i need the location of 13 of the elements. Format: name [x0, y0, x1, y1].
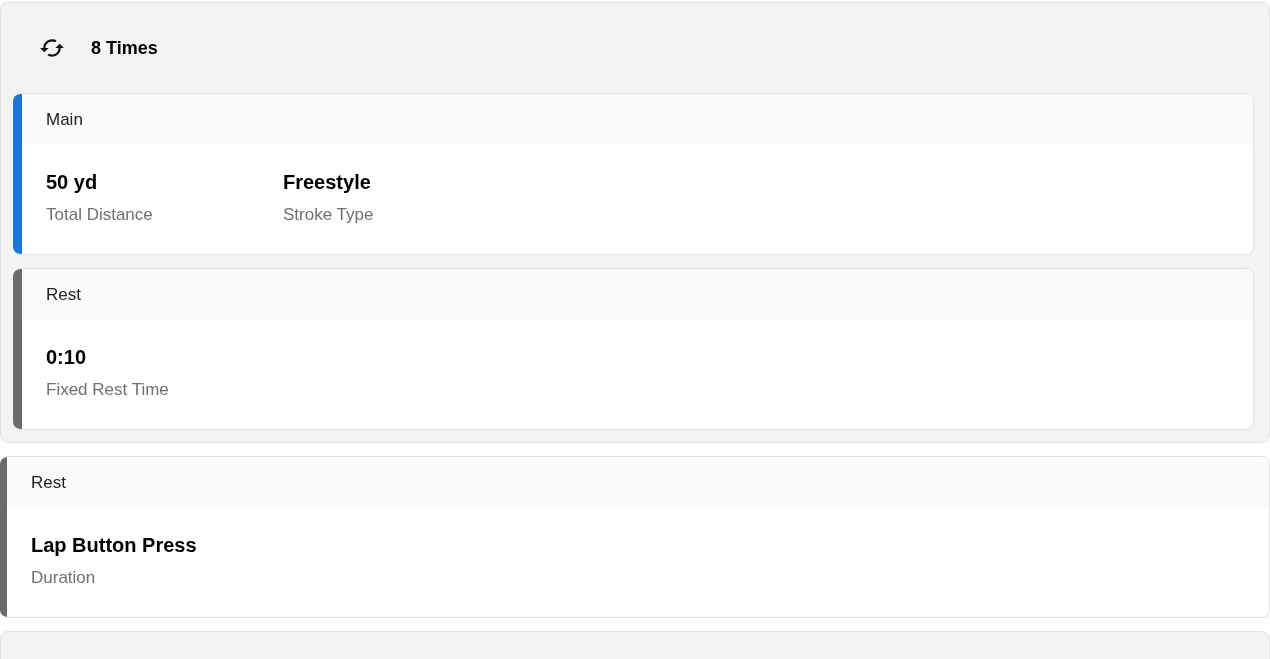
stat-value: Lap Button Press: [31, 533, 198, 558]
step-title: Rest: [46, 283, 81, 306]
stat-value: 0:10: [46, 345, 88, 370]
step-title: Rest: [31, 471, 66, 494]
sync-icon: [40, 39, 64, 57]
stat-label: Stroke Type: [283, 204, 375, 226]
stat-label: Duration: [31, 567, 97, 589]
repeat-count: 8 Times: [91, 36, 158, 60]
step-title: Main: [46, 108, 83, 131]
stat-label: Total Distance: [46, 204, 154, 226]
stat-value: Freestyle: [283, 170, 372, 195]
stat-label: Fixed Rest Time: [46, 379, 170, 401]
stat-value: 50 yd: [46, 170, 99, 195]
